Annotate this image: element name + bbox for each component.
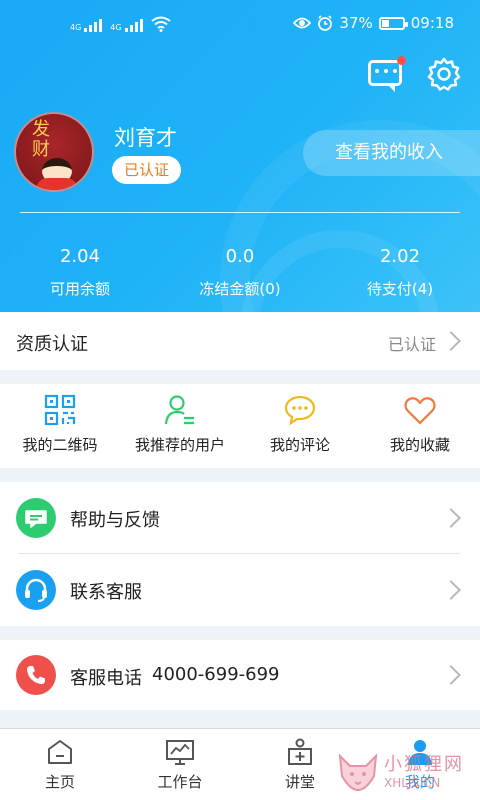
feedback-icon	[16, 498, 56, 538]
quick-actions: 我的二维码 我推荐的用户 我的评论 我的收藏	[0, 384, 480, 468]
unread-dot	[397, 56, 406, 65]
recommended-users-item[interactable]: 我推荐的用户	[120, 384, 240, 468]
view-income-button[interactable]: 查看我的收入	[303, 130, 480, 176]
contact-service-row[interactable]: 联系客服	[0, 554, 480, 626]
user-list-icon	[164, 395, 194, 425]
chevron-right-icon	[441, 508, 461, 528]
chevron-right-icon	[441, 665, 461, 685]
tab-home[interactable]: 主页	[0, 729, 120, 800]
qualification-title: 资质认证	[16, 334, 88, 355]
chart-icon	[166, 740, 194, 765]
qr-code-icon	[44, 394, 76, 426]
headset-icon	[16, 570, 56, 610]
service-phone-row[interactable]: 客服电话 4000-699-699	[0, 640, 480, 710]
alarm-icon	[318, 15, 333, 31]
home-icon	[48, 740, 72, 764]
signal-icon: 4G	[110, 19, 143, 32]
status-bar: 4G 4G 37% 09:18	[0, 0, 480, 48]
gear-icon[interactable]	[426, 56, 462, 92]
qr-code-item[interactable]: 我的二维码	[0, 384, 120, 468]
watermark: 小狐狸网 XHLJS.CN	[334, 748, 474, 798]
stat-frozen-amount[interactable]: 0.0 冻结金额(0)	[160, 246, 320, 299]
heart-icon	[404, 397, 436, 425]
classroom-icon	[288, 738, 312, 765]
comment-icon	[284, 395, 316, 426]
support-list: 帮助与反馈 联系客服	[0, 482, 480, 626]
chevron-right-icon	[441, 331, 461, 351]
stat-available-balance[interactable]: 2.04 可用余额	[0, 246, 160, 299]
service-phone-number: 4000-699-699	[152, 664, 280, 685]
battery-percent: 37%	[339, 14, 373, 32]
chevron-right-icon	[441, 580, 461, 600]
eye-icon	[293, 17, 312, 29]
tab-workbench[interactable]: 工作台	[120, 729, 240, 800]
battery-icon	[378, 16, 408, 30]
user-name: 刘育才	[114, 126, 177, 150]
avatar[interactable]: 发财	[14, 112, 94, 192]
clock: 09:18	[410, 14, 454, 32]
my-comments-item[interactable]: 我的评论	[240, 384, 360, 468]
qualification-status: 已认证	[387, 335, 436, 354]
help-feedback-row[interactable]: 帮助与反馈	[0, 482, 480, 554]
stat-pending-payment[interactable]: 2.02 待支付(4)	[320, 246, 480, 299]
message-icon[interactable]	[368, 56, 406, 92]
qualification-row[interactable]: 资质认证 已认证	[0, 312, 480, 370]
avatar-text: 发财	[32, 119, 50, 160]
fox-logo-icon	[338, 753, 378, 792]
phone-icon	[16, 655, 56, 695]
verified-badge: 已认证	[112, 156, 182, 184]
my-favorites-item[interactable]: 我的收藏	[360, 384, 480, 468]
profile-header: 4G 4G 37% 09:18 发财 刘育才 已认证 查看我的收入 2.04 可…	[0, 0, 480, 312]
balance-stats: 2.04 可用余额 0.0 冻结金额(0) 2.02 待支付(4)	[0, 246, 480, 299]
signal-icon: 4G	[70, 19, 103, 32]
divider	[20, 212, 460, 213]
service-phone-label: 客服电话	[70, 668, 142, 689]
wifi-icon	[150, 16, 171, 32]
